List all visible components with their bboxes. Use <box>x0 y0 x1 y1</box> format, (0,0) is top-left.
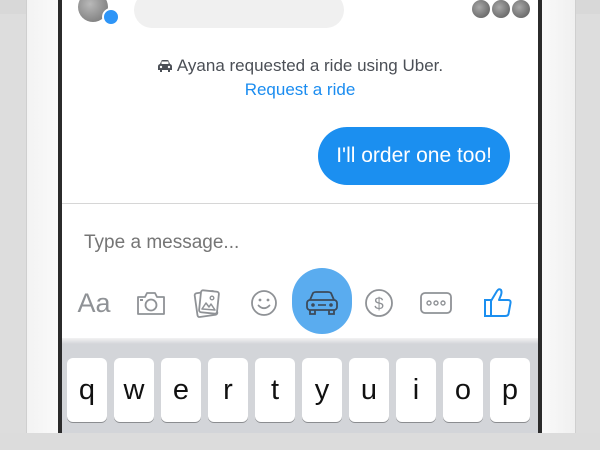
thumbs-up-icon-graphic <box>484 288 512 317</box>
key-u[interactable]: u <box>349 358 389 422</box>
more-icon-graphic <box>420 292 452 314</box>
outgoing-message-text: I'll order one too! <box>336 144 492 167</box>
key-o[interactable]: o <box>443 358 483 422</box>
read-receipt-avatar <box>512 0 530 18</box>
outgoing-message-bubble[interactable]: I'll order one too! <box>318 127 510 185</box>
payment-icon-graphic: $ <box>365 289 393 317</box>
background-bottom <box>0 433 600 450</box>
gallery-icon-graphic <box>193 289 220 318</box>
text-format-icon[interactable]: Aa <box>74 268 114 338</box>
text-format-label: Aa <box>77 287 111 318</box>
thumbs-up-icon[interactable] <box>480 268 516 338</box>
read-receipt-avatar <box>472 0 490 18</box>
key-e[interactable]: e <box>161 358 201 422</box>
payment-icon[interactable]: $ <box>362 268 396 338</box>
key-w[interactable]: w <box>114 358 154 422</box>
read-receipt-avatar <box>492 0 510 18</box>
key-i[interactable]: i <box>396 358 436 422</box>
emoji-icon-graphic <box>251 290 277 316</box>
message-input[interactable] <box>84 228 504 258</box>
key-r[interactable]: r <box>208 358 248 422</box>
composer-divider <box>62 203 538 204</box>
svg-text:$: $ <box>374 294 384 313</box>
ride-notice: Ayana requested a ride using Uber. <box>62 56 538 76</box>
car-icon-graphic <box>306 291 338 315</box>
read-receipts <box>472 0 530 18</box>
key-p[interactable]: p <box>490 358 530 422</box>
key-q[interactable]: q <box>67 358 107 422</box>
camera-icon-graphic <box>137 292 165 315</box>
more-icon[interactable] <box>418 268 454 338</box>
key-t[interactable]: t <box>255 358 295 422</box>
messenger-badge-icon <box>102 8 120 26</box>
incoming-message-bubble[interactable] <box>134 0 344 28</box>
car-icon[interactable] <box>302 268 342 338</box>
messenger-screen: Ayana requested a ride using Uber. Reque… <box>62 0 538 450</box>
composer-toolbar: Aa $ <box>62 268 538 338</box>
camera-icon[interactable] <box>134 268 168 338</box>
emoji-icon[interactable] <box>248 268 280 338</box>
ride-notice-text: Ayana requested a ride using Uber. <box>176 56 444 75</box>
car-icon <box>157 60 172 72</box>
request-ride-link[interactable]: Request a ride <box>62 80 538 100</box>
gallery-icon[interactable] <box>190 268 224 338</box>
key-y[interactable]: y <box>302 358 342 422</box>
